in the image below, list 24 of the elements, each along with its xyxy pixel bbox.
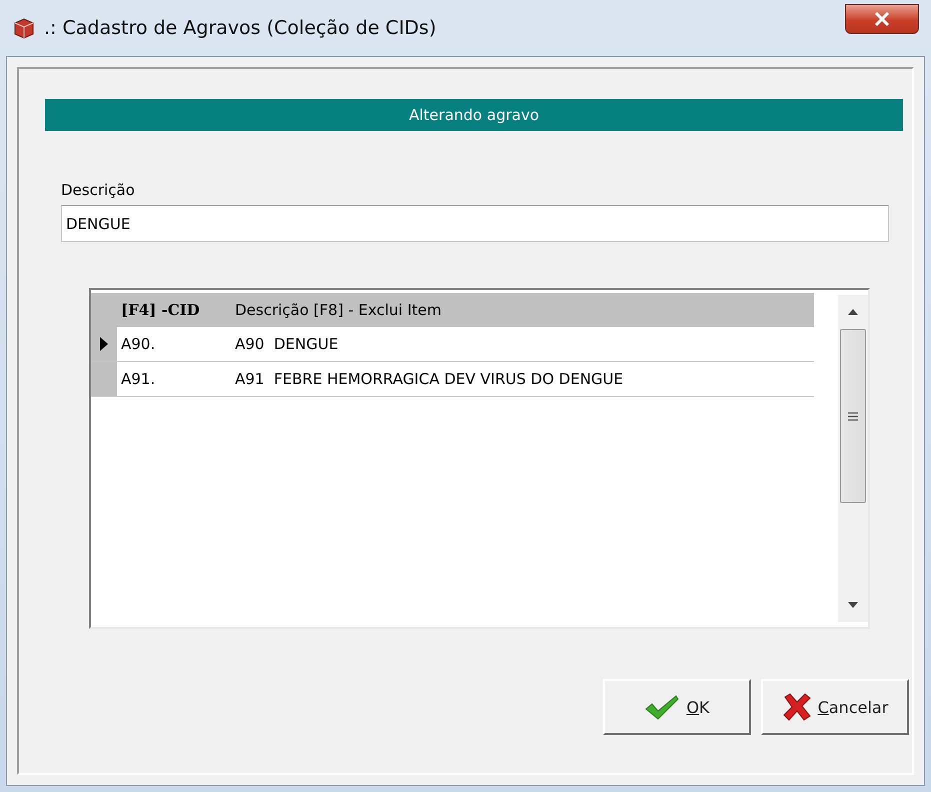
table-cell-text: A90 DENGUE: [235, 335, 340, 353]
section-header: Alterando agravo: [45, 99, 903, 131]
close-button[interactable]: [845, 4, 919, 34]
table-cell-text: A91 FEBRE HEMORRAGICA DEV VIRUS DO DENGUE: [235, 370, 624, 388]
description-field[interactable]: DENGUE: [61, 205, 889, 242]
column-header[interactable]: [F4] -CID: [117, 301, 235, 319]
current-row-pointer-icon: [100, 337, 108, 351]
down-arrow-icon: [848, 602, 858, 608]
close-icon: [874, 12, 890, 26]
ok-button[interactable]: OK: [603, 679, 751, 735]
app-icon: [12, 16, 36, 40]
checkmark-icon: [644, 694, 680, 720]
field-label: Descrição: [61, 181, 135, 199]
column-header[interactable]: Descrição [F8] - Exclui Item: [235, 301, 814, 319]
scrollbar[interactable]: [838, 295, 868, 622]
row-selector[interactable]: [91, 327, 117, 361]
table-cell-text: A91.: [120, 370, 156, 388]
cross-icon: [782, 693, 812, 721]
window-title: .: Cadastro de Agravos (Coleção de CIDs): [44, 17, 436, 39]
table-cell-text: A90.: [120, 335, 156, 353]
grip-icon: [848, 412, 858, 420]
scrollbar-thumb[interactable]: [840, 329, 866, 503]
up-arrow-icon: [848, 309, 858, 315]
cancel-button[interactable]: Cancelar: [761, 679, 909, 735]
